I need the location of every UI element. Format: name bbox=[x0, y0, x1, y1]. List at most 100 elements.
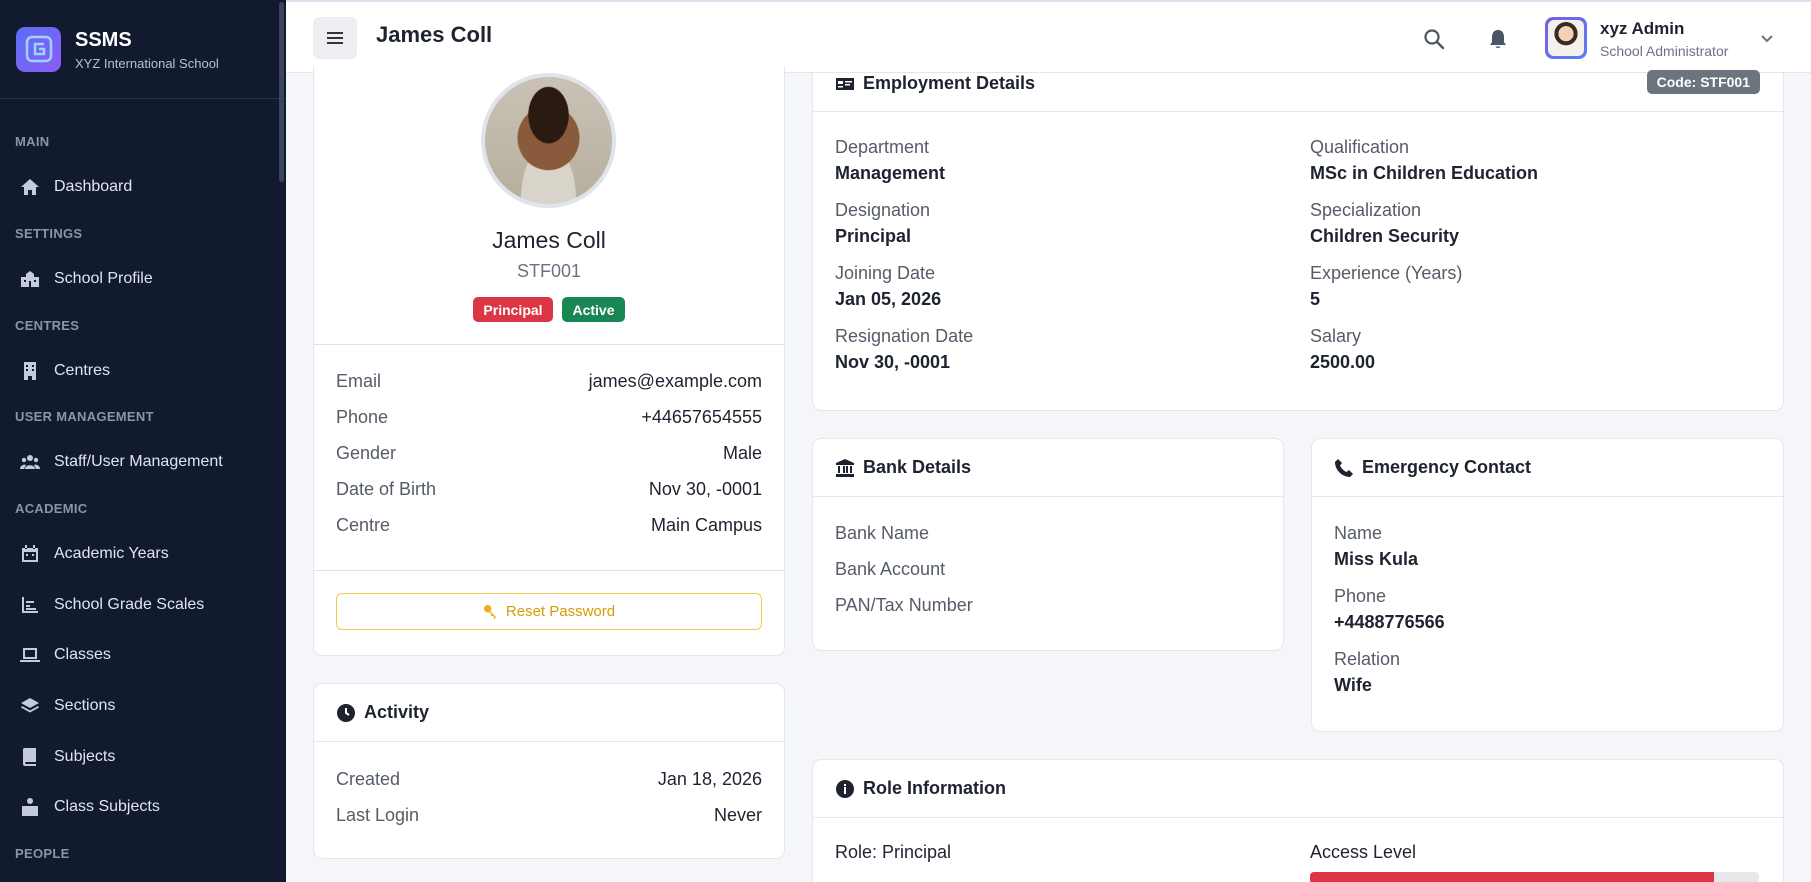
menu-toggle-button[interactable] bbox=[313, 17, 357, 59]
field-value: Nov 30, -0001 bbox=[835, 352, 951, 372]
activity-value: Jan 18, 2026 bbox=[657, 769, 762, 789]
sidebar-item-sections[interactable]: Sections bbox=[0, 684, 278, 728]
profile-photo bbox=[481, 73, 616, 208]
access-level-bar bbox=[1310, 872, 1759, 882]
role-label: Role: Principal bbox=[835, 842, 952, 862]
building-icon bbox=[19, 360, 41, 382]
field-value: Wife bbox=[1334, 675, 1372, 695]
sidebar-brand[interactable]: SSMS XYZ International School bbox=[0, 0, 286, 99]
code-badge: Code: STF001 bbox=[1646, 70, 1760, 94]
sidebar-item-label: Subjects bbox=[54, 748, 116, 765]
status-badge: Active bbox=[562, 297, 625, 322]
field-value: Children Security bbox=[1310, 226, 1460, 246]
section-settings: SETTINGS bbox=[15, 226, 83, 241]
field-value: Miss Kula bbox=[1334, 549, 1419, 569]
sidebar-item-school-profile[interactable]: School Profile bbox=[0, 257, 278, 301]
sidebar: SSMS XYZ International School MAIN Dashb… bbox=[0, 0, 286, 882]
access-level-label: Access Level bbox=[1310, 842, 1417, 862]
sidebar-item-label: Classes bbox=[54, 646, 111, 663]
emergency-card: Emergency Contact Name Miss Kula Phone +… bbox=[1311, 438, 1784, 732]
activity-key: Created bbox=[336, 769, 401, 789]
field-salary: Salary 2500.00 bbox=[1310, 326, 1375, 373]
field-value: 2500.00 bbox=[1310, 352, 1376, 372]
field-resignation-date: Resignation Date Nov 30, -0001 bbox=[835, 326, 973, 373]
reset-password-button[interactable]: Reset Password bbox=[336, 593, 762, 630]
bank-title: Bank Details bbox=[863, 457, 972, 477]
field-label: Name bbox=[1334, 523, 1383, 543]
section-user-management: USER MANAGEMENT bbox=[15, 409, 154, 424]
profile-name: James Coll bbox=[492, 227, 606, 253]
clock-icon bbox=[337, 703, 355, 722]
sidebar-item-staff-user-management[interactable]: Staff/User Management bbox=[0, 440, 278, 484]
emergency-title: Emergency Contact bbox=[1362, 457, 1532, 477]
search-icon[interactable] bbox=[1423, 28, 1445, 50]
detail-value: +44657654555 bbox=[641, 407, 762, 427]
emergency-header: Emergency Contact bbox=[1312, 439, 1783, 497]
field-label: Qualification bbox=[1310, 137, 1410, 157]
sidebar-item-classes[interactable]: Classes bbox=[0, 633, 278, 677]
field-contact-phone: Phone +4488776566 bbox=[1334, 586, 1445, 633]
field-qualification: Qualification MSc in Children Education bbox=[1310, 137, 1538, 184]
sidebar-scrollbar[interactable] bbox=[279, 2, 284, 182]
field-experience: Experience (Years) 5 bbox=[1310, 263, 1462, 310]
phone-icon bbox=[1335, 458, 1353, 477]
field-value: Management bbox=[835, 163, 946, 183]
info-icon bbox=[836, 779, 854, 798]
user-name[interactable]: xyz Admin bbox=[1600, 19, 1684, 39]
activity-title: Activity bbox=[364, 702, 430, 722]
bank-icon bbox=[836, 458, 854, 477]
sidebar-item-school-grade-scales[interactable]: School Grade Scales bbox=[0, 583, 278, 627]
chevron-down-icon[interactable] bbox=[1759, 30, 1775, 46]
field-contact-relation: Relation Wife bbox=[1334, 649, 1400, 696]
field-label: Joining Date bbox=[835, 263, 936, 283]
detail-key: Centre bbox=[336, 515, 391, 535]
role-info-card: Role Information Role: Principal Access … bbox=[812, 759, 1784, 882]
sidebar-item-dashboard[interactable]: Dashboard bbox=[0, 165, 278, 209]
bank-header: Bank Details bbox=[813, 439, 1283, 497]
field-value: 5 bbox=[1310, 289, 1321, 309]
sidebar-item-academic-years[interactable]: Academic Years bbox=[0, 532, 278, 576]
sidebar-item-class-subjects[interactable]: Class Subjects bbox=[0, 785, 278, 829]
section-academic: ACADEMIC bbox=[15, 501, 88, 516]
detail-row-centre: Centre Main Campus bbox=[336, 515, 762, 536]
field-joining-date: Joining Date Jan 05, 2026 bbox=[835, 263, 941, 310]
detail-row-dob: Date of Birth Nov 30, -0001 bbox=[336, 479, 762, 500]
activity-header: Activity bbox=[314, 684, 784, 742]
user-avatar[interactable] bbox=[1545, 17, 1587, 59]
field-value: Jan 05, 2026 bbox=[835, 289, 942, 309]
sidebar-item-label: School Profile bbox=[54, 270, 153, 287]
bell-icon[interactable] bbox=[1487, 28, 1509, 50]
bank-name-label: Bank Name bbox=[835, 523, 930, 543]
activity-key: Last Login bbox=[336, 805, 420, 825]
bank-account-label: Bank Account bbox=[835, 559, 946, 579]
home-icon bbox=[19, 176, 41, 198]
laptop-icon bbox=[19, 644, 41, 666]
field-label: Department bbox=[835, 137, 930, 157]
detail-value: Main Campus bbox=[650, 515, 762, 535]
detail-row-gender: Gender Male bbox=[336, 443, 762, 464]
detail-key: Email bbox=[336, 371, 382, 391]
detail-key: Gender bbox=[336, 443, 397, 463]
brand-title: SSMS bbox=[75, 28, 132, 51]
role-badge: Principal bbox=[473, 297, 553, 322]
calendar-icon bbox=[19, 543, 41, 565]
sidebar-item-label: Dashboard bbox=[54, 178, 133, 195]
profile-card: James Coll STF001 Principal Active Email… bbox=[313, 66, 785, 656]
sidebar-item-subjects[interactable]: Subjects bbox=[0, 735, 278, 779]
detail-value: Nov 30, -0001 bbox=[648, 479, 762, 499]
employment-card: Employment Details Code: STF001 Departme… bbox=[812, 70, 1784, 411]
field-label: Salary bbox=[1310, 326, 1362, 346]
layers-icon bbox=[19, 695, 41, 717]
sidebar-item-centres[interactable]: Centres bbox=[0, 349, 278, 393]
field-label: Designation bbox=[835, 200, 931, 220]
activity-card: Activity Created Jan 18, 2026 Last Login… bbox=[313, 683, 785, 859]
chart-icon bbox=[19, 594, 41, 616]
book-icon bbox=[19, 746, 41, 768]
activity-row-created: Created Jan 18, 2026 bbox=[336, 769, 762, 790]
field-label: Phone bbox=[1334, 586, 1387, 606]
detail-value: Male bbox=[722, 443, 762, 463]
user-role: School Administrator bbox=[1600, 43, 1729, 59]
field-contact-name: Name Miss Kula bbox=[1334, 523, 1418, 570]
field-value: +4488776566 bbox=[1334, 612, 1445, 632]
key-icon bbox=[483, 604, 497, 619]
